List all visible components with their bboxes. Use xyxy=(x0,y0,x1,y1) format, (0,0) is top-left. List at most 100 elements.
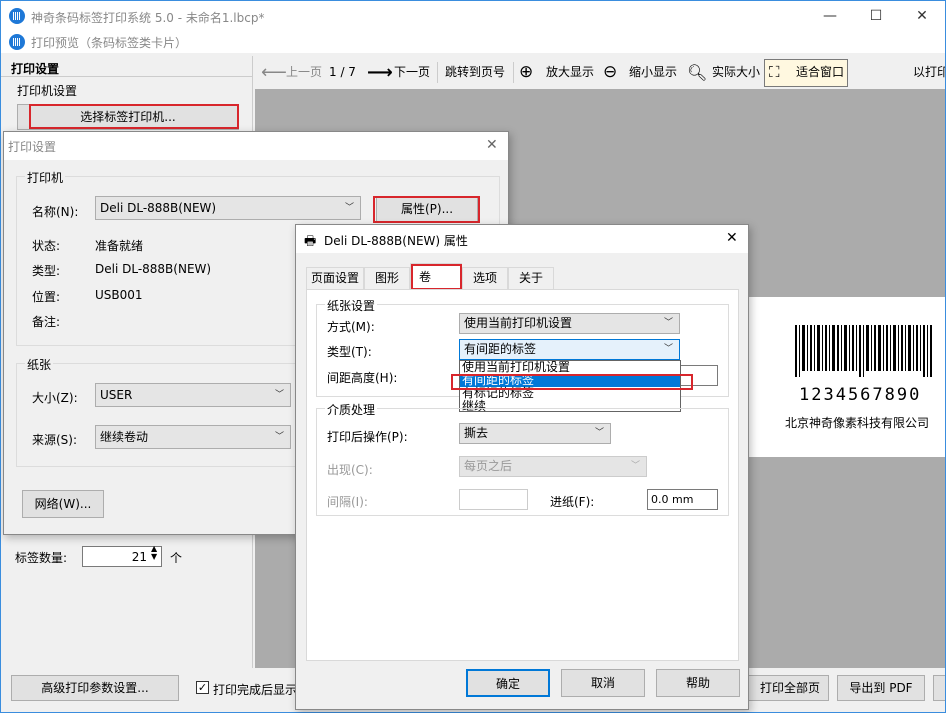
next-arrow-icon[interactable]: ⟶ xyxy=(367,56,393,89)
minimize-button[interactable]: — xyxy=(807,1,853,31)
paper-settings-title: 纸张设置 xyxy=(325,297,378,314)
interval-label: 间隔(I): xyxy=(327,495,368,509)
zoom-in-button[interactable]: 放大显示 xyxy=(546,56,594,89)
chevron-down-icon: ﹀ xyxy=(344,203,354,213)
chevron-down-icon: ﹀ xyxy=(630,461,640,471)
appear-select: 每页之后 ﹀ xyxy=(459,456,647,477)
media-handling-title: 介质处理 xyxy=(325,401,378,418)
type-select[interactable]: 有间距的标签 ﹀ xyxy=(459,339,680,360)
paper-source-select[interactable]: 继续卷动 ﹀ xyxy=(95,425,291,449)
zoom-out-button[interactable]: 缩小显示 xyxy=(629,56,677,89)
type-label: 类型: xyxy=(32,264,61,278)
chevron-down-icon: ﹀ xyxy=(663,318,673,328)
method-label: 方式(M): xyxy=(327,320,375,334)
appear-label: 出现(C): xyxy=(327,463,373,477)
prev-page-button[interactable]: 上一页 xyxy=(286,56,322,89)
appear-value: 每页之后 xyxy=(464,459,513,473)
method-value: 使用当前打印机设置 xyxy=(464,316,573,330)
goto-page-button[interactable]: 跳转到页号 xyxy=(445,56,505,89)
feed-input[interactable]: 0.0 mm xyxy=(647,489,718,510)
close-icon[interactable]: ✕ xyxy=(726,230,738,246)
type-label: 类型(T): xyxy=(327,345,372,359)
size-label: 大小(Z): xyxy=(32,391,78,405)
type-value: Deli DL-888B(NEW) xyxy=(95,262,212,276)
network-button[interactable]: 网络(W)... xyxy=(22,490,104,518)
chevron-down-icon: ﹀ xyxy=(274,432,284,442)
tab-page-roll: 纸张设置 方式(M): 使用当前打印机设置 ﹀ 类型(T): 有间距的标签 ﹀ 间距… xyxy=(306,289,739,661)
advanced-settings-button[interactable]: 高级打印参数设置... xyxy=(11,675,179,701)
auto-close-checkbox[interactable]: ✓ xyxy=(196,681,209,694)
chevron-down-icon: ﹀ xyxy=(274,390,284,400)
divider xyxy=(1,76,253,77)
red-annotation-box xyxy=(373,196,480,223)
printer-icon: 🖶 xyxy=(304,234,317,249)
fit-window-icon: ⛶ xyxy=(769,63,780,81)
close-icon[interactable]: ✕ xyxy=(486,137,498,153)
export-pdf-button[interactable]: 导出到 PDF xyxy=(837,675,925,701)
barcode-digits: 1234567890 xyxy=(799,385,922,405)
barcode-graphic xyxy=(795,325,932,377)
label-count-input[interactable]: 21 xyxy=(82,546,162,567)
preview-toolbar: ⟵ 上一页 1 / 7 ⟶ 下一页 跳转到页号 ⊕ 放大显示 ⊖ 缩小显示 🔍︎… xyxy=(255,56,945,89)
toolbar-separator xyxy=(437,62,438,83)
ok-button[interactable]: 确定 xyxy=(466,669,550,697)
printer-name-select[interactable]: Deli DL-888B(NEW) ﹀ xyxy=(95,196,361,220)
help-button[interactable]: 帮助 xyxy=(656,669,740,697)
location-value: USB001 xyxy=(95,288,143,302)
title-bar: 神奇条码标签打印系统 5.0 - 未命名1.lbcp* — ☐ ✕ xyxy=(1,1,945,31)
tab-page-setup[interactable]: 页面设置 xyxy=(306,267,364,289)
location-label: 位置: xyxy=(32,290,61,304)
red-annotation-box xyxy=(29,104,239,129)
printer-name-value: Deli DL-888B(NEW) xyxy=(100,201,217,215)
paper-size-value: USER xyxy=(100,388,133,402)
properties-dialog-title: Deli DL-888B(NEW) 属性 xyxy=(324,234,468,248)
magnifier-icon[interactable]: 🔍︎ xyxy=(687,56,707,89)
window-title: 神奇条码标签打印系统 5.0 - 未命名1.lbcp* xyxy=(31,11,265,25)
printer-properties-dialog: 🖶 Deli DL-888B(NEW) 属性 ✕ 页面设置 图形 卷 选项 关于… xyxy=(295,224,749,710)
company-name: 北京神奇像素科技有限公司 xyxy=(785,416,930,430)
printer-group-title: 打印机 xyxy=(25,169,66,186)
method-select[interactable]: 使用当前打印机设置 ﹀ xyxy=(459,313,680,334)
tab-graphics[interactable]: 图形 xyxy=(364,267,410,289)
paper-size-select[interactable]: USER ﹀ xyxy=(95,383,291,407)
gap-height-label: 间距高度(H): xyxy=(327,371,398,385)
status-value: 准备就绪 xyxy=(95,239,144,253)
chevron-down-icon: ﹀ xyxy=(594,428,604,438)
close-button[interactable]: ✕ xyxy=(899,1,945,31)
preview-title: 打印预览（条码标签类卡片） xyxy=(31,36,188,50)
extra-button[interactable] xyxy=(933,675,945,701)
zoom-in-icon[interactable]: ⊕ xyxy=(519,56,533,89)
preview-logo-icon xyxy=(9,34,25,50)
app-logo-icon xyxy=(9,8,25,24)
print-all-button[interactable]: 打印全部页 xyxy=(741,675,829,701)
toolbar-separator xyxy=(513,62,514,83)
paper-group-title: 纸张 xyxy=(25,356,54,373)
comment-label: 备注: xyxy=(32,315,61,329)
tab-about[interactable]: 关于 xyxy=(508,267,554,289)
red-annotation-box xyxy=(411,264,462,290)
after-print-select[interactable]: 撕去 ﹀ xyxy=(459,423,611,444)
cancel-button[interactable]: 取消 xyxy=(561,669,645,697)
page-indicator: 1 / 7 xyxy=(329,65,356,79)
dialog-title: 打印设置 xyxy=(8,140,57,154)
actual-size-button[interactable]: 实际大小 xyxy=(712,56,760,89)
type-value: 有间距的标签 xyxy=(464,342,537,356)
status-label: 状态: xyxy=(32,239,61,253)
next-page-button[interactable]: 下一页 xyxy=(394,56,430,89)
label-preview: 1234567890 北京神奇像素科技有限公司 xyxy=(741,297,945,457)
name-label: 名称(N): xyxy=(32,205,79,219)
tab-options[interactable]: 选项 xyxy=(462,267,508,289)
zoom-out-icon[interactable]: ⊖ xyxy=(603,56,617,89)
after-print-value: 撕去 xyxy=(464,426,489,440)
label-count-label: 标签数量: xyxy=(15,551,68,565)
preview-title-bar: 打印预览（条码标签类卡片） xyxy=(1,31,945,53)
prev-arrow-icon[interactable]: ⟵ xyxy=(261,56,287,89)
interval-input xyxy=(459,489,528,510)
paper-source-value: 继续卷动 xyxy=(100,430,149,444)
count-spinner-icon[interactable]: ▲ ▼ xyxy=(151,545,157,561)
dialog-title-bar: 🖶 Deli DL-888B(NEW) 属性 ✕ xyxy=(296,225,748,253)
print-cut-button[interactable]: 以打印 xyxy=(913,56,945,89)
after-print-label: 打印后操作(P): xyxy=(327,430,408,444)
feed-label: 进纸(F): xyxy=(550,495,595,509)
maximize-button[interactable]: ☐ xyxy=(853,1,899,31)
